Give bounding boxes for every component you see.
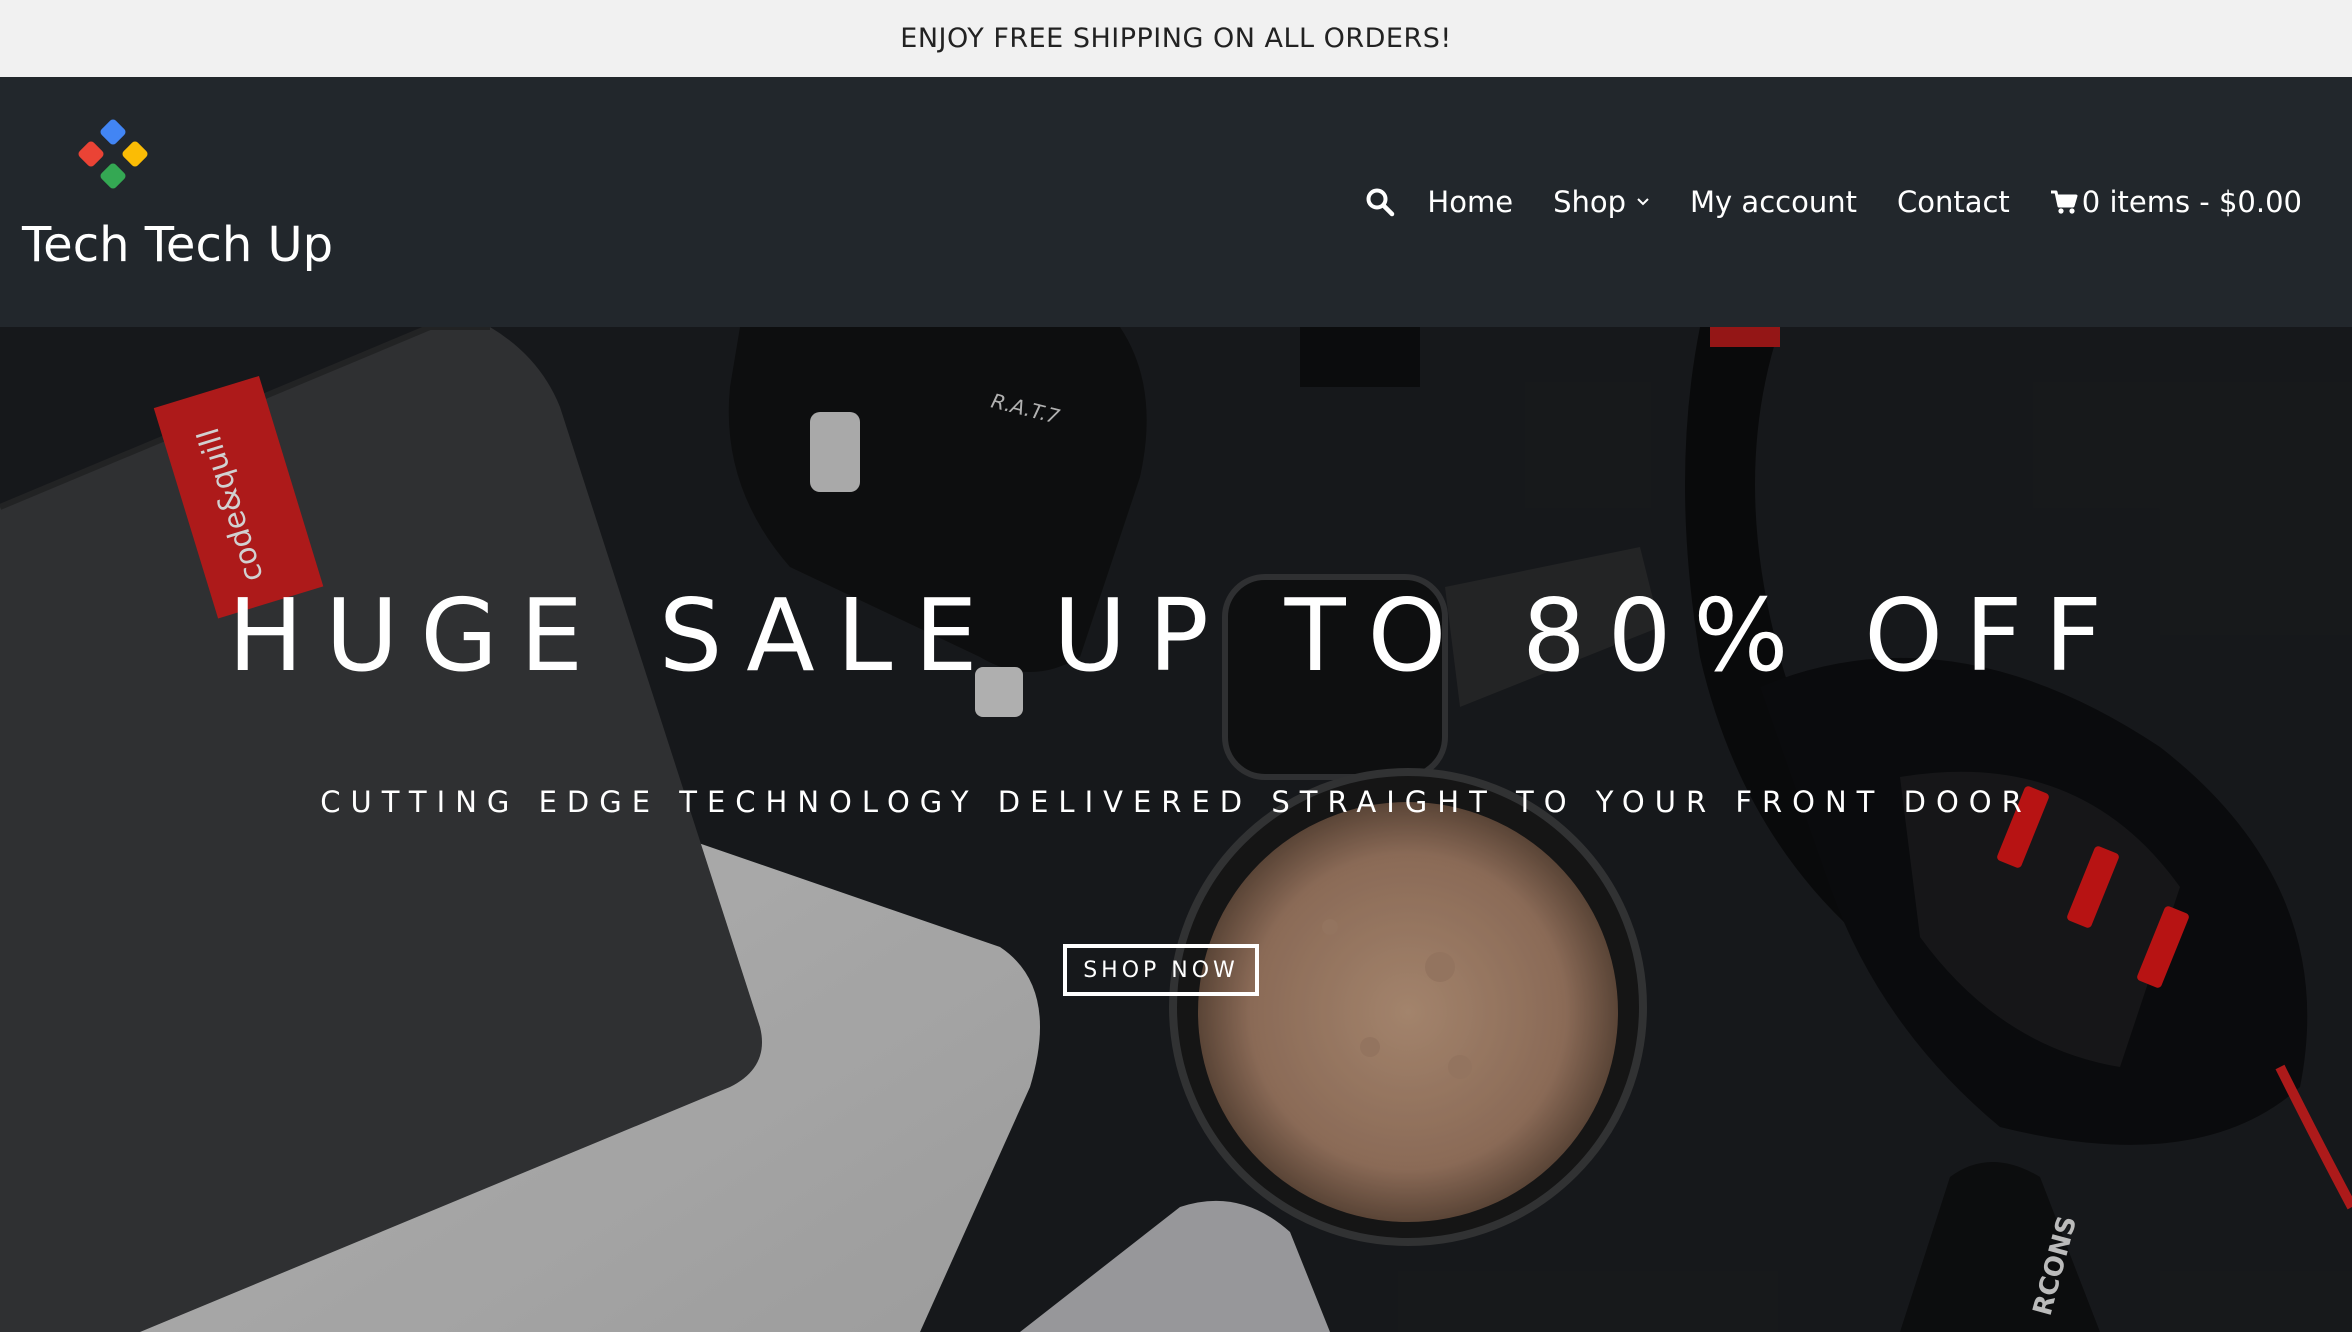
nav-cart[interactable]: 0 items - $0.00 bbox=[2050, 185, 2302, 219]
promo-bar: ENJOY FREE SHIPPING ON ALL ORDERS! bbox=[0, 0, 2352, 77]
cart-summary: 0 items - $0.00 bbox=[2081, 185, 2302, 219]
chevron-down-icon bbox=[1637, 198, 1649, 206]
nav-contact-label: Contact bbox=[1896, 185, 2010, 219]
hero-banner: code&quill R.A.T.7 RCONS HUGE SALE UP TO… bbox=[0, 327, 2352, 1332]
nav-home[interactable]: Home bbox=[1427, 185, 1513, 219]
logo-diamond-icon bbox=[78, 119, 148, 189]
nav-my-account[interactable]: My account bbox=[1690, 185, 1857, 219]
main-nav: Home Shop My account Contact 0 items - $… bbox=[1365, 177, 2302, 227]
site-header: Tech Tech Up Home Shop My account Contac… bbox=[0, 77, 2352, 327]
search-icon bbox=[1366, 188, 1395, 217]
site-logo[interactable] bbox=[68, 112, 154, 198]
site-title[interactable]: Tech Tech Up bbox=[22, 217, 333, 273]
nav-contact[interactable]: Contact bbox=[1897, 185, 2010, 219]
nav-home-label: Home bbox=[1427, 185, 1514, 219]
nav-shop[interactable]: Shop bbox=[1553, 185, 1650, 219]
cart-icon bbox=[2050, 190, 2078, 214]
nav-shop-label: Shop bbox=[1553, 185, 1627, 219]
hero-title: HUGE SALE UP TO 80% OFF bbox=[228, 577, 2124, 694]
shop-now-button[interactable]: SHOP NOW bbox=[1063, 944, 1259, 996]
hero-overlay bbox=[0, 327, 2352, 1332]
hero-subtitle: CUTTING EDGE TECHNOLOGY DELIVERED STRAIG… bbox=[320, 785, 2032, 819]
search-button[interactable] bbox=[1365, 187, 1395, 217]
promo-text: ENJOY FREE SHIPPING ON ALL ORDERS! bbox=[900, 23, 1452, 54]
nav-my-account-label: My account bbox=[1690, 185, 1857, 219]
